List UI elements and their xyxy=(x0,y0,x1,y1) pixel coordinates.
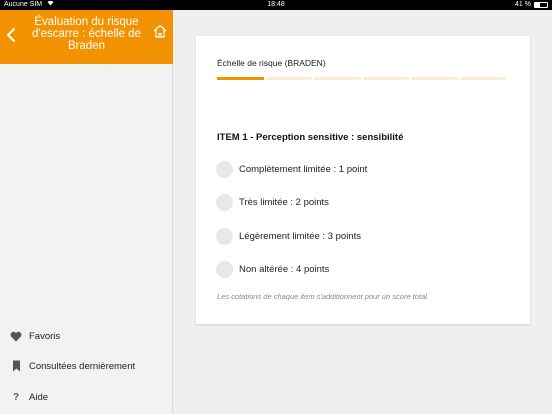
chevron-left-icon[interactable] xyxy=(5,26,19,44)
battery-percent: 41 % xyxy=(515,1,531,8)
sidebar: Évaluation du risque d'escarre : échelle… xyxy=(0,10,173,414)
progress-segment-2 xyxy=(265,77,312,80)
page-title: Évaluation du risque d'escarre : échelle… xyxy=(32,16,141,52)
bookmark-icon xyxy=(10,360,22,372)
heart-icon xyxy=(10,330,22,342)
option-label: Très limitée : 2 points xyxy=(239,196,329,208)
sidebar-header: Évaluation du risque d'escarre : échelle… xyxy=(0,10,173,64)
footnote: Les cotations de chaque item s'additionn… xyxy=(217,292,427,301)
sidebar-item-label: Favoris xyxy=(29,330,61,342)
progress-segment-1 xyxy=(217,77,264,80)
battery-group: 41 % xyxy=(515,0,548,10)
home-icon[interactable] xyxy=(152,23,168,39)
item-title: ITEM 1 - Perception sensitive : sensibil… xyxy=(217,132,404,143)
option-4[interactable]: Non altérée : 4 points xyxy=(216,260,329,278)
progress-segment-5 xyxy=(411,77,458,80)
option-label: Non altérée : 4 points xyxy=(239,263,330,275)
step-progress xyxy=(217,77,506,80)
status-bar: Aucune SIM 18:48 41 % xyxy=(0,0,552,10)
progress-segment-3 xyxy=(314,77,361,80)
card-title: Échelle de risque (BRADEN) xyxy=(217,58,326,68)
progress-segment-6 xyxy=(459,77,506,80)
option-2[interactable]: Très limitée : 2 points xyxy=(216,193,329,211)
radio-button[interactable] xyxy=(216,160,233,178)
option-label: Complètement limitée : 1 point xyxy=(239,163,368,175)
sidebar-item-label: Aide xyxy=(29,391,49,403)
option-1[interactable]: Complètement limitée : 1 point xyxy=(216,160,367,178)
sidebar-item-label: Consultées dernièrement xyxy=(29,360,136,372)
option-3[interactable]: Légèrement limitée : 3 points xyxy=(216,227,361,245)
radio-button[interactable] xyxy=(216,227,233,245)
question-card: Échelle de risque (BRADEN) ITEM 1 - Perc… xyxy=(196,36,530,324)
question-icon: ? xyxy=(12,391,20,403)
sidebar-item-favoris[interactable]: Favoris xyxy=(0,322,173,350)
option-label: Légèrement limitée : 3 points xyxy=(239,230,361,242)
clock: 18:48 xyxy=(267,1,285,8)
battery-icon xyxy=(534,2,548,8)
radio-button[interactable] xyxy=(216,193,233,211)
radio-button[interactable] xyxy=(216,260,233,278)
progress-segment-4 xyxy=(362,77,409,80)
sidebar-item-consultees[interactable]: Consultées dernièrement xyxy=(0,352,173,380)
sidebar-item-aide[interactable]: ? Aide xyxy=(0,383,173,411)
